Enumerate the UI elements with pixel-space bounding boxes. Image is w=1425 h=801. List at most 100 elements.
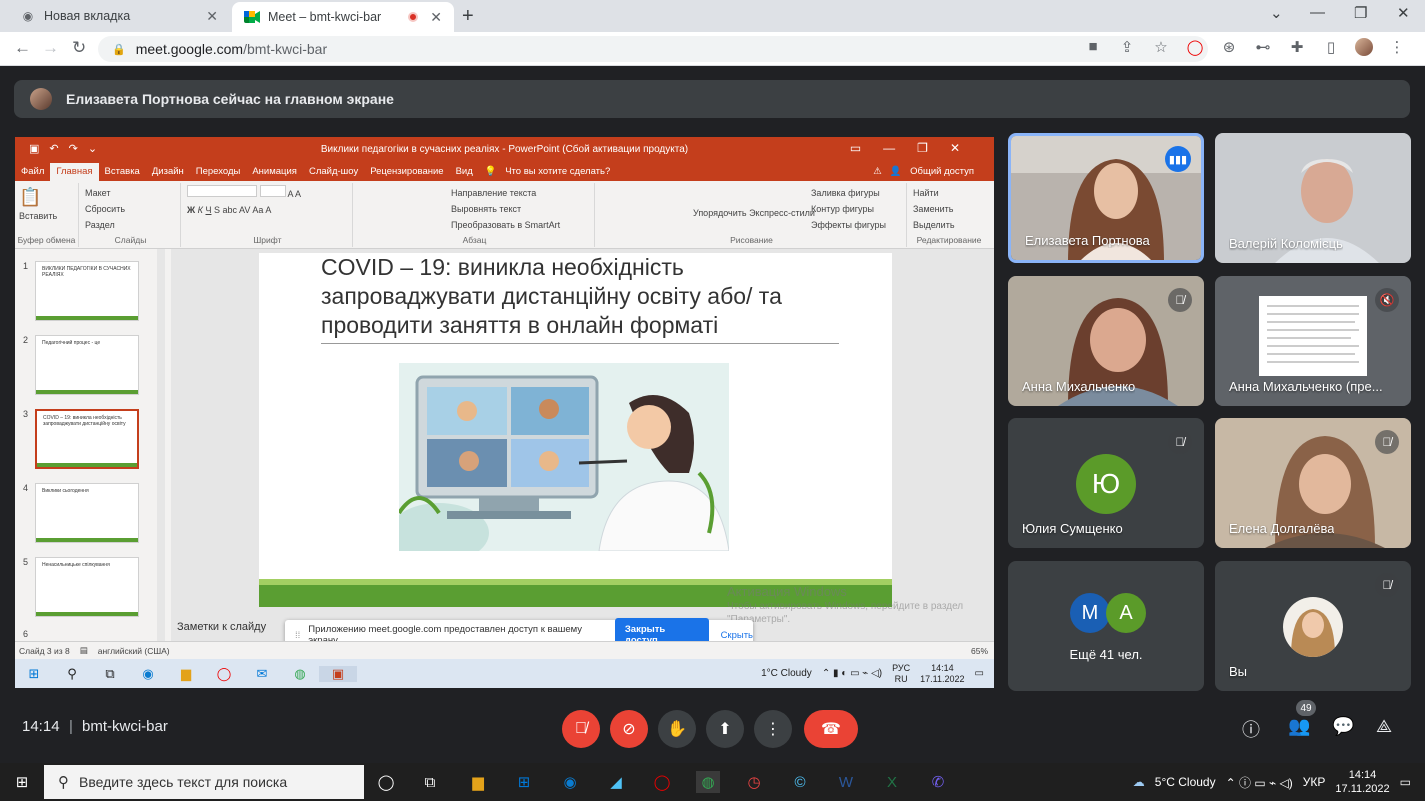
forward-icon[interactable]: → (42, 38, 59, 58)
weather-widget[interactable]: 5°C Cloudy (1155, 775, 1216, 789)
tab-search-icon[interactable]: ⌄ (1270, 4, 1283, 22)
zoom-level[interactable]: 65% (971, 646, 994, 656)
text-direction-button[interactable]: Направление текста (451, 188, 536, 198)
more-participants-tile[interactable]: М А Ещё 41 чел. (1008, 561, 1204, 691)
new-tab-button[interactable]: + (462, 5, 474, 28)
mail-icon[interactable]: ✉ (243, 666, 281, 682)
notifications-icon[interactable]: ▭ (975, 668, 984, 679)
taskbar-clock[interactable]: 14:14 17.11.2022 (1335, 768, 1389, 796)
tray-icons[interactable]: ⌃ ⓘ ▭ ⌁ ◁) (1226, 774, 1293, 791)
extension-icon[interactable]: ⊛ (1219, 38, 1239, 56)
ppt-menu-view[interactable]: Вид (450, 166, 479, 181)
language-indicator[interactable]: английский (США) (98, 646, 170, 656)
ppt-menu-insert[interactable]: Вставка (99, 166, 146, 181)
camera-icon[interactable]: ■ (1083, 38, 1103, 56)
task-view-icon[interactable]: ⧉ (418, 771, 442, 793)
replace-button[interactable]: Заменить (913, 204, 953, 214)
hide-notice-button[interactable]: Скрыть (721, 630, 753, 641)
close-tab-icon[interactable]: ✕ (206, 8, 218, 25)
ppt-menu-slideshow[interactable]: Слайд-шоу (303, 166, 364, 181)
opera-icon[interactable]: ◯ (650, 771, 674, 793)
ppt-menu-transitions[interactable]: Переходы (190, 166, 247, 181)
glasses-icon[interactable]: ⊷ (1253, 38, 1273, 56)
participant-tile[interactable]: ▮▮▮ Елизавета Портнова (1008, 133, 1204, 263)
present-button[interactable]: ⬆ (706, 710, 744, 748)
ppt-menu-home[interactable]: Главная (50, 163, 99, 181)
opera-icon[interactable]: ◯ (205, 666, 243, 682)
meeting-info-icon[interactable]: ⓘ (1242, 716, 1260, 742)
task-view-icon[interactable]: ⧉ (91, 666, 129, 682)
participant-tile[interactable]: 🎙̸ Елена Долгалёва (1215, 418, 1411, 548)
activities-icon[interactable]: ⟁ (1376, 716, 1392, 737)
arrange-button[interactable]: Упорядочить (693, 207, 747, 219)
edge-icon[interactable]: ◉ (129, 666, 167, 682)
ppt-menu-design[interactable]: Дизайн (146, 166, 190, 181)
chrome-icon[interactable]: ◍ (696, 771, 720, 793)
windows-start-icon[interactable]: ⊞ (10, 771, 34, 793)
app-icon-2[interactable]: ◷ (742, 771, 766, 793)
inner-lang[interactable]: РУС RU (892, 663, 910, 685)
search-icon[interactable]: ⚲ (53, 666, 91, 682)
profile-avatar[interactable] (1355, 38, 1373, 56)
raise-hand-button[interactable]: ✋ (658, 710, 696, 748)
weather-icon[interactable]: ☁ (1133, 775, 1145, 789)
notifications-icon[interactable]: ▭ (1400, 775, 1411, 789)
current-slide[interactable]: COVID – 19: виникла необхідність запрова… (259, 253, 892, 607)
store-icon[interactable]: ⊞ (512, 771, 536, 793)
word-icon[interactable]: W (834, 771, 858, 793)
share-icon[interactable]: ⇪ (1117, 38, 1137, 56)
quick-access-icons[interactable]: ▣↶↷⌄ (29, 142, 107, 155)
app-icon-3[interactable]: © (788, 771, 812, 793)
powerpoint-icon[interactable]: ▣ (319, 665, 357, 682)
bookmark-star-icon[interactable]: ☆ (1151, 38, 1171, 56)
chrome-icon[interactable]: ◍ (281, 666, 319, 682)
excel-icon[interactable]: X (880, 771, 904, 793)
reload-icon[interactable]: ↻ (72, 38, 86, 58)
ppt-window-controls[interactable]: ▭—❐✕ (850, 141, 982, 155)
participant-tile[interactable]: 🎙̸ Анна Михальченко (1008, 276, 1204, 406)
windows-start-icon[interactable]: ⊞ (15, 666, 53, 682)
shape-effects-button[interactable]: Эффекты фигуры (811, 220, 886, 230)
close-window-icon[interactable]: ✕ (1397, 4, 1410, 22)
font-family-select[interactable] (187, 185, 257, 197)
leave-call-button[interactable]: ☎ (804, 710, 858, 748)
layout-button[interactable]: Макет (85, 188, 110, 198)
inner-clock[interactable]: 14:14 17.11.2022 (920, 663, 964, 685)
close-tab-icon[interactable]: ✕ (430, 9, 442, 26)
slide-thumbnail-selected[interactable]: COVID – 19: виникла необхідність запрова… (35, 409, 139, 469)
smartart-button[interactable]: Преобразовать в SmartArt (451, 220, 560, 230)
chat-icon[interactable]: 💬 (1332, 716, 1354, 737)
select-button[interactable]: Выделить (913, 220, 955, 230)
quick-styles-button[interactable]: Экспресс-стили (749, 208, 815, 218)
minimize-icon[interactable]: — (1310, 4, 1325, 21)
paste-icon[interactable]: 📋 (19, 187, 41, 207)
opera-extension-icon[interactable]: ◯ (1185, 38, 1205, 56)
ppt-menu-review[interactable]: Рецензирование (364, 166, 449, 181)
participant-tile[interactable]: 🎙̸ Ю Юлия Сумщенко (1008, 418, 1204, 548)
font-size-select[interactable] (259, 185, 286, 197)
slide-thumbnail[interactable]: ВИКЛИКИ ПЕДАГОГІКИ В СУЧАСНИХ РЕАЛІЯХ (35, 261, 139, 321)
ppt-share[interactable]: ⚠ 👤 Общий доступ (867, 166, 994, 181)
sidebar-icon[interactable]: ▯ (1321, 38, 1341, 56)
slide-thumbnail[interactable]: Ненасильницьке спілкування (35, 557, 139, 617)
spellcheck-icon[interactable]: ▤ (80, 645, 88, 656)
find-button[interactable]: Найти (913, 188, 939, 198)
paste-button[interactable]: Вставить (19, 211, 57, 221)
url-input[interactable]: 🔒 meet.google.com/bmt-kwci-bar (98, 36, 1208, 62)
folder-icon[interactable]: ▆ (167, 666, 205, 682)
tab-new-tab[interactable]: ◉ Новая вкладка ✕ (8, 0, 230, 32)
slide-thumbnail[interactable]: Педагогічний процес - це (35, 335, 139, 395)
people-icon[interactable]: 👥 (1288, 716, 1310, 737)
underline-button[interactable]: Ч (205, 205, 211, 215)
edge-icon[interactable]: ◉ (558, 771, 582, 793)
cortana-icon[interactable]: ◯ (374, 771, 398, 793)
tray-icons[interactable]: ⌃ ▮ ◐ ▭ ⌁ ◁) (822, 668, 882, 679)
file-explorer-icon[interactable]: ▆ (466, 771, 490, 793)
align-text-button[interactable]: Выровнять текст (451, 204, 521, 214)
inner-weather[interactable]: 1°C Cloudy (761, 668, 812, 679)
more-options-button[interactable]: ⋮ (754, 710, 792, 748)
reset-button[interactable]: Сбросить (85, 204, 125, 214)
back-icon[interactable]: ← (14, 38, 31, 58)
participant-tile[interactable]: Валерій Коломієць (1215, 133, 1411, 263)
ppt-menu-file[interactable]: Файл (15, 166, 50, 181)
